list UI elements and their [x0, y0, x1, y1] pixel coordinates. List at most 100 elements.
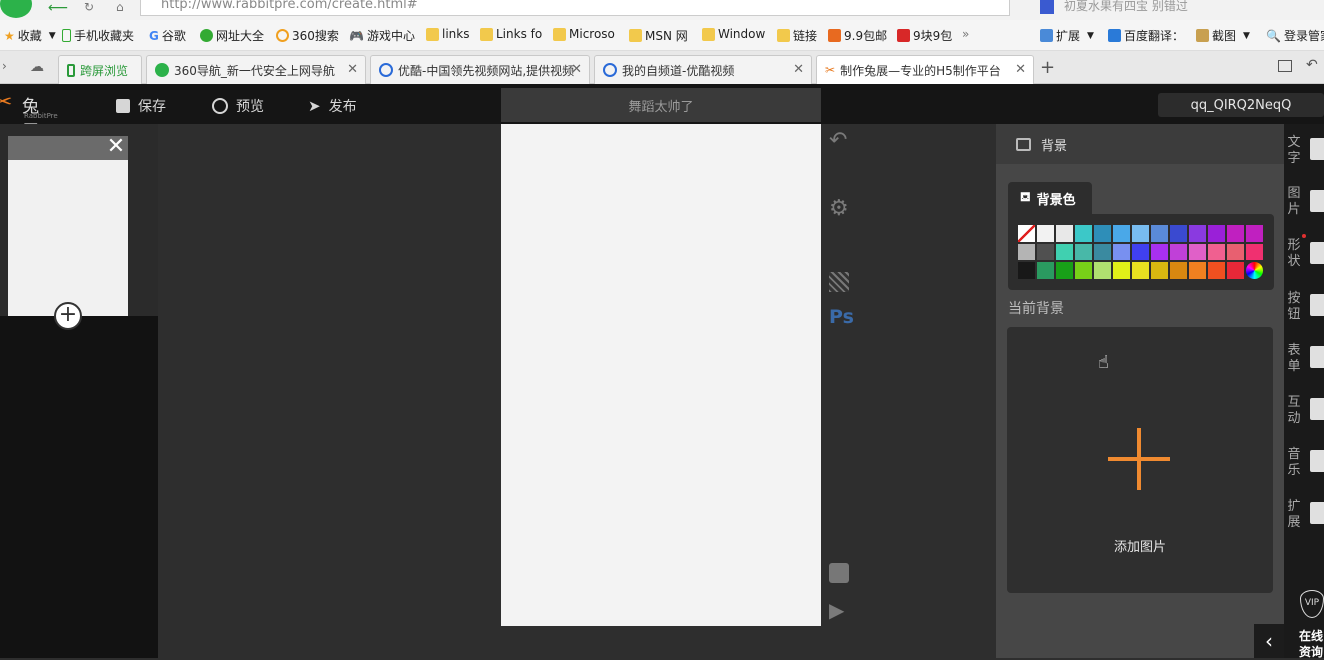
color-swatch[interactable] [1093, 261, 1112, 280]
color-swatch[interactable] [1150, 261, 1169, 280]
document-title[interactable]: 舞蹈太帅了 [501, 88, 821, 122]
color-swatch[interactable] [1226, 261, 1245, 280]
strip-text[interactable]: 文字 [1287, 135, 1301, 167]
ext-item[interactable]: 扩展 ▼ [1040, 27, 1094, 44]
tab-background-color[interactable]: ⛾ 背景色 [1008, 182, 1092, 214]
tab-youku-channel[interactable]: 我的自频道-优酷视频 ✕ [594, 55, 812, 84]
color-picker-swatch[interactable] [1245, 261, 1264, 280]
close-icon[interactable]: ✕ [104, 136, 128, 160]
bookmark-item[interactable]: links [426, 27, 469, 41]
save-button[interactable]: 保存 [116, 96, 166, 116]
tab-youku[interactable]: 优酷-中国领先视频网站,提供视频 ✕ [370, 55, 590, 84]
home-icon[interactable]: ⌂ [116, 0, 124, 14]
bookmark-item[interactable]: ★ 收藏 ▼ [4, 27, 56, 44]
bookmark-item[interactable]: 网址大全 [200, 27, 264, 44]
color-swatch[interactable] [1017, 261, 1036, 280]
bookmark-item[interactable]: Window [702, 27, 765, 41]
play-icon[interactable]: ▶ [829, 598, 844, 622]
ext-item[interactable]: 🔍登录管家 [1266, 27, 1324, 44]
strip-music[interactable]: 音乐 [1287, 447, 1301, 479]
color-swatch[interactable] [1093, 242, 1112, 262]
back-icon[interactable]: ⟵ [48, 0, 68, 16]
add-page-button[interactable]: + [54, 302, 82, 330]
plus-icon[interactable] [1108, 428, 1170, 490]
shape-tool-icon[interactable] [1310, 242, 1324, 264]
color-swatch[interactable] [1074, 224, 1093, 243]
tab-rabbitpre[interactable]: ✂ 制作兔展—专业的H5制作平台 ✕ [816, 55, 1034, 84]
color-swatch[interactable] [1112, 242, 1131, 262]
color-swatch[interactable] [1245, 224, 1264, 243]
tab-cross-screen[interactable]: 跨屏浏览 [58, 55, 142, 84]
grid-pattern-icon[interactable] [829, 272, 849, 292]
bookmark-item[interactable]: 9块9包 [897, 27, 952, 44]
color-swatch[interactable] [1169, 261, 1188, 280]
bookmark-item[interactable]: 手机收藏夹 [62, 27, 134, 44]
color-swatch[interactable] [1188, 242, 1207, 262]
color-swatch[interactable] [1207, 261, 1226, 280]
strip-shape[interactable]: 形状 [1287, 238, 1301, 270]
url-field[interactable]: http://www.rabbitpre.com/create.html# [140, 0, 1010, 16]
user-name[interactable]: qq_QIRQ2NeqQ [1158, 93, 1324, 117]
color-swatch[interactable] [1226, 242, 1245, 262]
no-color-swatch[interactable] [1017, 224, 1036, 243]
publish-button[interactable]: ➤ 发布 [308, 96, 357, 116]
collapse-panel-button[interactable]: ‹ [1254, 624, 1284, 658]
ext-item[interactable]: 截图 ▼ [1196, 27, 1250, 44]
chevron-right-icon[interactable]: › [2, 59, 7, 73]
window-icon[interactable] [1278, 60, 1292, 72]
color-swatch[interactable] [1093, 224, 1112, 243]
bookmark-item[interactable]: 链接 [777, 27, 817, 44]
bookmark-item[interactable]: 9.9包邮 [828, 27, 887, 44]
color-swatch[interactable] [1169, 224, 1188, 243]
bookmark-item[interactable]: Links fo [480, 27, 542, 41]
bookmark-item[interactable]: 360搜索 [276, 27, 339, 44]
bookmark-item[interactable]: MSN 网 [629, 27, 688, 44]
strip-interactive[interactable]: 互动 [1287, 395, 1301, 427]
color-swatch[interactable] [1036, 261, 1055, 280]
color-swatch[interactable] [1226, 224, 1245, 243]
image-tool-icon[interactable] [1310, 190, 1324, 212]
color-swatch[interactable] [1150, 242, 1169, 262]
strip-button[interactable]: 按钮 [1287, 291, 1301, 323]
text-tool-icon[interactable] [1310, 138, 1324, 160]
bookmark-item[interactable]: Microso [553, 27, 615, 41]
page-thumbnail[interactable] [8, 160, 128, 316]
color-swatch[interactable] [1150, 224, 1169, 243]
page-canvas[interactable] [501, 124, 821, 626]
bookmark-item[interactable]: G 谷歌 [149, 27, 186, 44]
address-promo[interactable]: 初夏水果有四宝 别错过 [1064, 0, 1188, 14]
color-swatch[interactable] [1131, 261, 1150, 280]
tab-360[interactable]: 360导航_新一代安全上网导航 ✕ [146, 55, 366, 84]
strip-form[interactable]: 表单 [1287, 343, 1301, 375]
color-swatch[interactable] [1188, 261, 1207, 280]
color-swatch[interactable] [1207, 242, 1226, 262]
new-tab-button[interactable]: + [1040, 57, 1055, 78]
color-swatch[interactable] [1169, 242, 1188, 262]
bookmark-item[interactable]: 🎮 游戏中心 [349, 27, 415, 44]
strip-extend[interactable]: 扩展 [1287, 499, 1301, 531]
form-tool-icon[interactable] [1310, 346, 1324, 368]
color-swatch[interactable] [1245, 242, 1264, 262]
cloud-icon[interactable]: ☁ [30, 59, 44, 75]
color-swatch[interactable] [1055, 261, 1074, 280]
color-swatch[interactable] [1036, 224, 1055, 243]
music-tool-icon[interactable] [1310, 450, 1324, 472]
color-swatch[interactable] [1188, 224, 1207, 243]
gear-icon[interactable]: ⚙ [829, 196, 849, 221]
undo-icon[interactable]: ↶ [829, 128, 847, 153]
preview-button[interactable]: 预览 [212, 96, 264, 116]
color-swatch[interactable] [1074, 242, 1093, 262]
ext-item[interactable]: 百度翻译： [1108, 27, 1184, 44]
color-swatch[interactable] [1074, 261, 1093, 280]
extend-tool-icon[interactable] [1310, 502, 1324, 524]
color-swatch[interactable] [1055, 224, 1074, 243]
fingerprint-icon[interactable] [1310, 398, 1324, 420]
color-swatch[interactable] [1131, 242, 1150, 262]
color-swatch[interactable] [1207, 224, 1226, 243]
online-consult-label[interactable]: 在线资询 [1299, 628, 1324, 660]
button-tool-icon[interactable] [1310, 294, 1324, 316]
strip-image[interactable]: 图片 [1287, 186, 1301, 218]
color-swatch[interactable] [1131, 224, 1150, 243]
save-page-icon[interactable] [829, 563, 849, 583]
color-swatch[interactable] [1112, 224, 1131, 243]
